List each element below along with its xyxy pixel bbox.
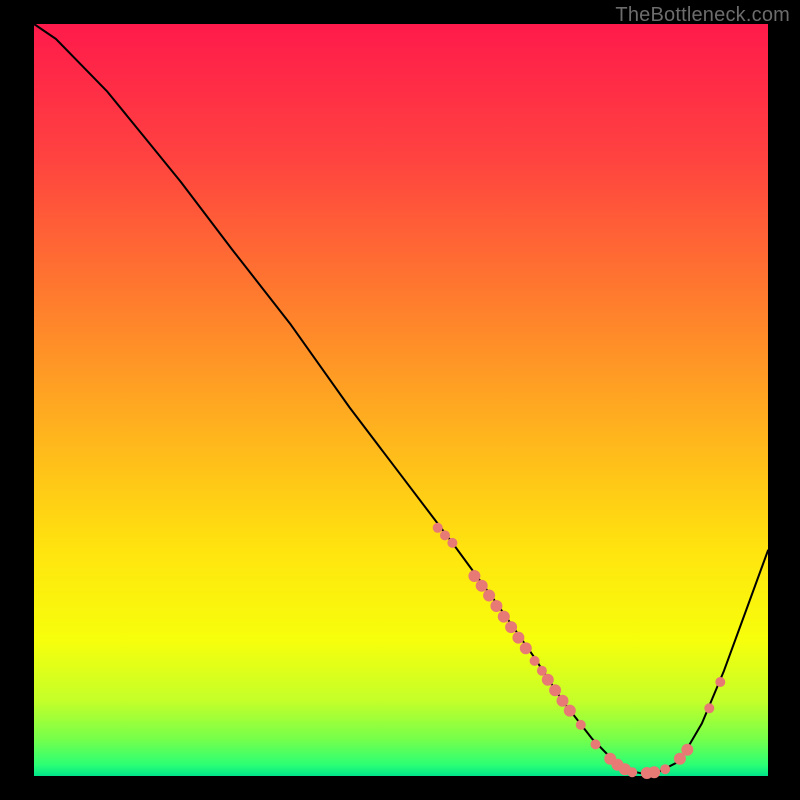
data-marker bbox=[542, 674, 554, 686]
data-marker bbox=[490, 600, 502, 612]
data-marker bbox=[537, 666, 547, 676]
data-marker bbox=[704, 703, 714, 713]
data-marker bbox=[505, 621, 517, 633]
data-marker bbox=[440, 530, 450, 540]
data-marker bbox=[591, 739, 601, 749]
data-marker bbox=[715, 677, 725, 687]
data-marker bbox=[447, 538, 457, 548]
attribution-text: TheBottleneck.com bbox=[615, 4, 790, 27]
data-marker bbox=[627, 767, 637, 777]
data-marker bbox=[681, 744, 693, 756]
data-marker bbox=[557, 695, 569, 707]
data-marker bbox=[549, 684, 561, 696]
data-marker bbox=[498, 611, 510, 623]
data-marker bbox=[483, 590, 495, 602]
bottleneck-chart bbox=[0, 0, 800, 800]
data-marker bbox=[433, 523, 443, 533]
data-marker bbox=[576, 720, 586, 730]
data-marker bbox=[564, 705, 576, 717]
data-marker bbox=[512, 632, 524, 644]
data-marker bbox=[476, 580, 488, 592]
data-marker bbox=[520, 642, 532, 654]
data-marker bbox=[530, 656, 540, 666]
data-marker bbox=[660, 764, 670, 774]
data-marker bbox=[468, 570, 480, 582]
data-marker bbox=[648, 766, 660, 778]
